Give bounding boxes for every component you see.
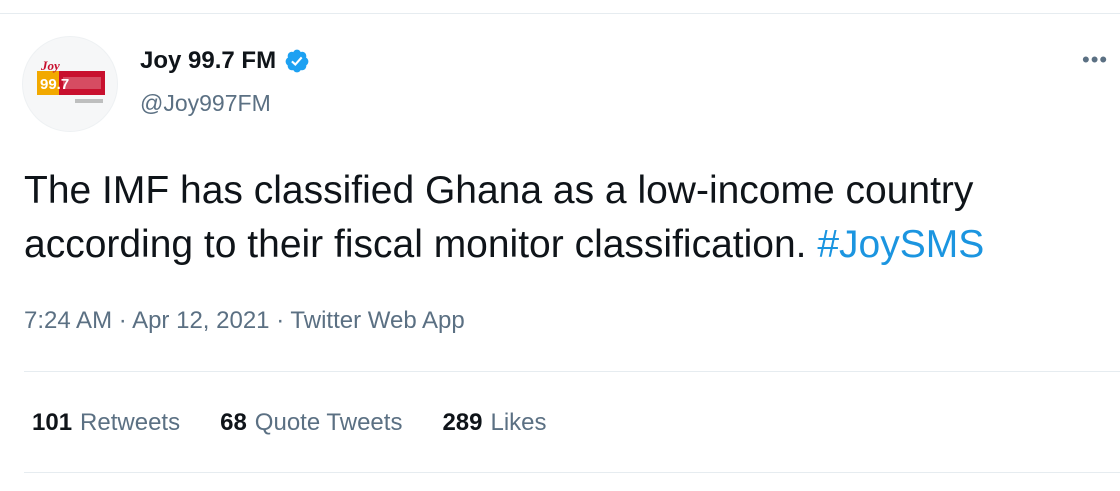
verified-badge-icon <box>284 48 310 74</box>
meta-separator: · <box>276 307 285 334</box>
tweet-time[interactable]: 7:24 AM <box>24 307 112 334</box>
tweet-meta: 7:24 AM · Apr 12, 2021 · Twitter Web App <box>24 304 465 338</box>
retweets-stat[interactable]: 101 Retweets <box>32 406 180 440</box>
likes-stat[interactable]: 289 Likes <box>442 406 546 440</box>
hashtag-link[interactable]: #JoySMS <box>817 223 984 266</box>
avatar[interactable]: Joy 99.7 <box>22 36 118 132</box>
stats-divider-top <box>24 371 1120 372</box>
display-name[interactable]: Joy 99.7 FM <box>140 44 310 78</box>
tweet-date[interactable]: Apr 12, 2021 <box>132 307 269 334</box>
tweet-stats: 101 Retweets 68 Quote Tweets 289 Likes <box>32 406 587 440</box>
more-options-icon[interactable]: ••• <box>1082 48 1108 72</box>
quote-tweets-label: Quote Tweets <box>254 409 403 436</box>
retweets-count: 101 <box>32 409 73 436</box>
tweet-text: The IMF has classified Ghana as a low-in… <box>24 164 1120 272</box>
retweets-label: Retweets <box>80 409 181 436</box>
tweet-source[interactable]: Twitter Web App <box>290 307 464 334</box>
top-divider <box>0 13 1120 14</box>
tweet-text-line-1: The IMF has classified Ghana as a low-in… <box>24 169 974 212</box>
display-name-text[interactable]: Joy 99.7 FM <box>140 44 276 78</box>
stats-divider-bottom <box>24 472 1120 473</box>
handle[interactable]: @Joy997FM <box>140 87 271 119</box>
meta-separator: · <box>118 307 127 334</box>
quote-tweets-count: 68 <box>220 409 247 436</box>
likes-label: Likes <box>490 409 547 436</box>
quote-tweets-stat[interactable]: 68 Quote Tweets <box>220 406 402 440</box>
tweet-text-line-2: according to their fiscal monitor classi… <box>24 218 1120 272</box>
tweet-text-line-2-body: according to their fiscal monitor classi… <box>24 223 807 266</box>
likes-count: 289 <box>442 409 483 436</box>
joy-fm-logo: Joy 99.7 <box>37 58 105 103</box>
svg-text:Joy: Joy <box>40 58 60 73</box>
